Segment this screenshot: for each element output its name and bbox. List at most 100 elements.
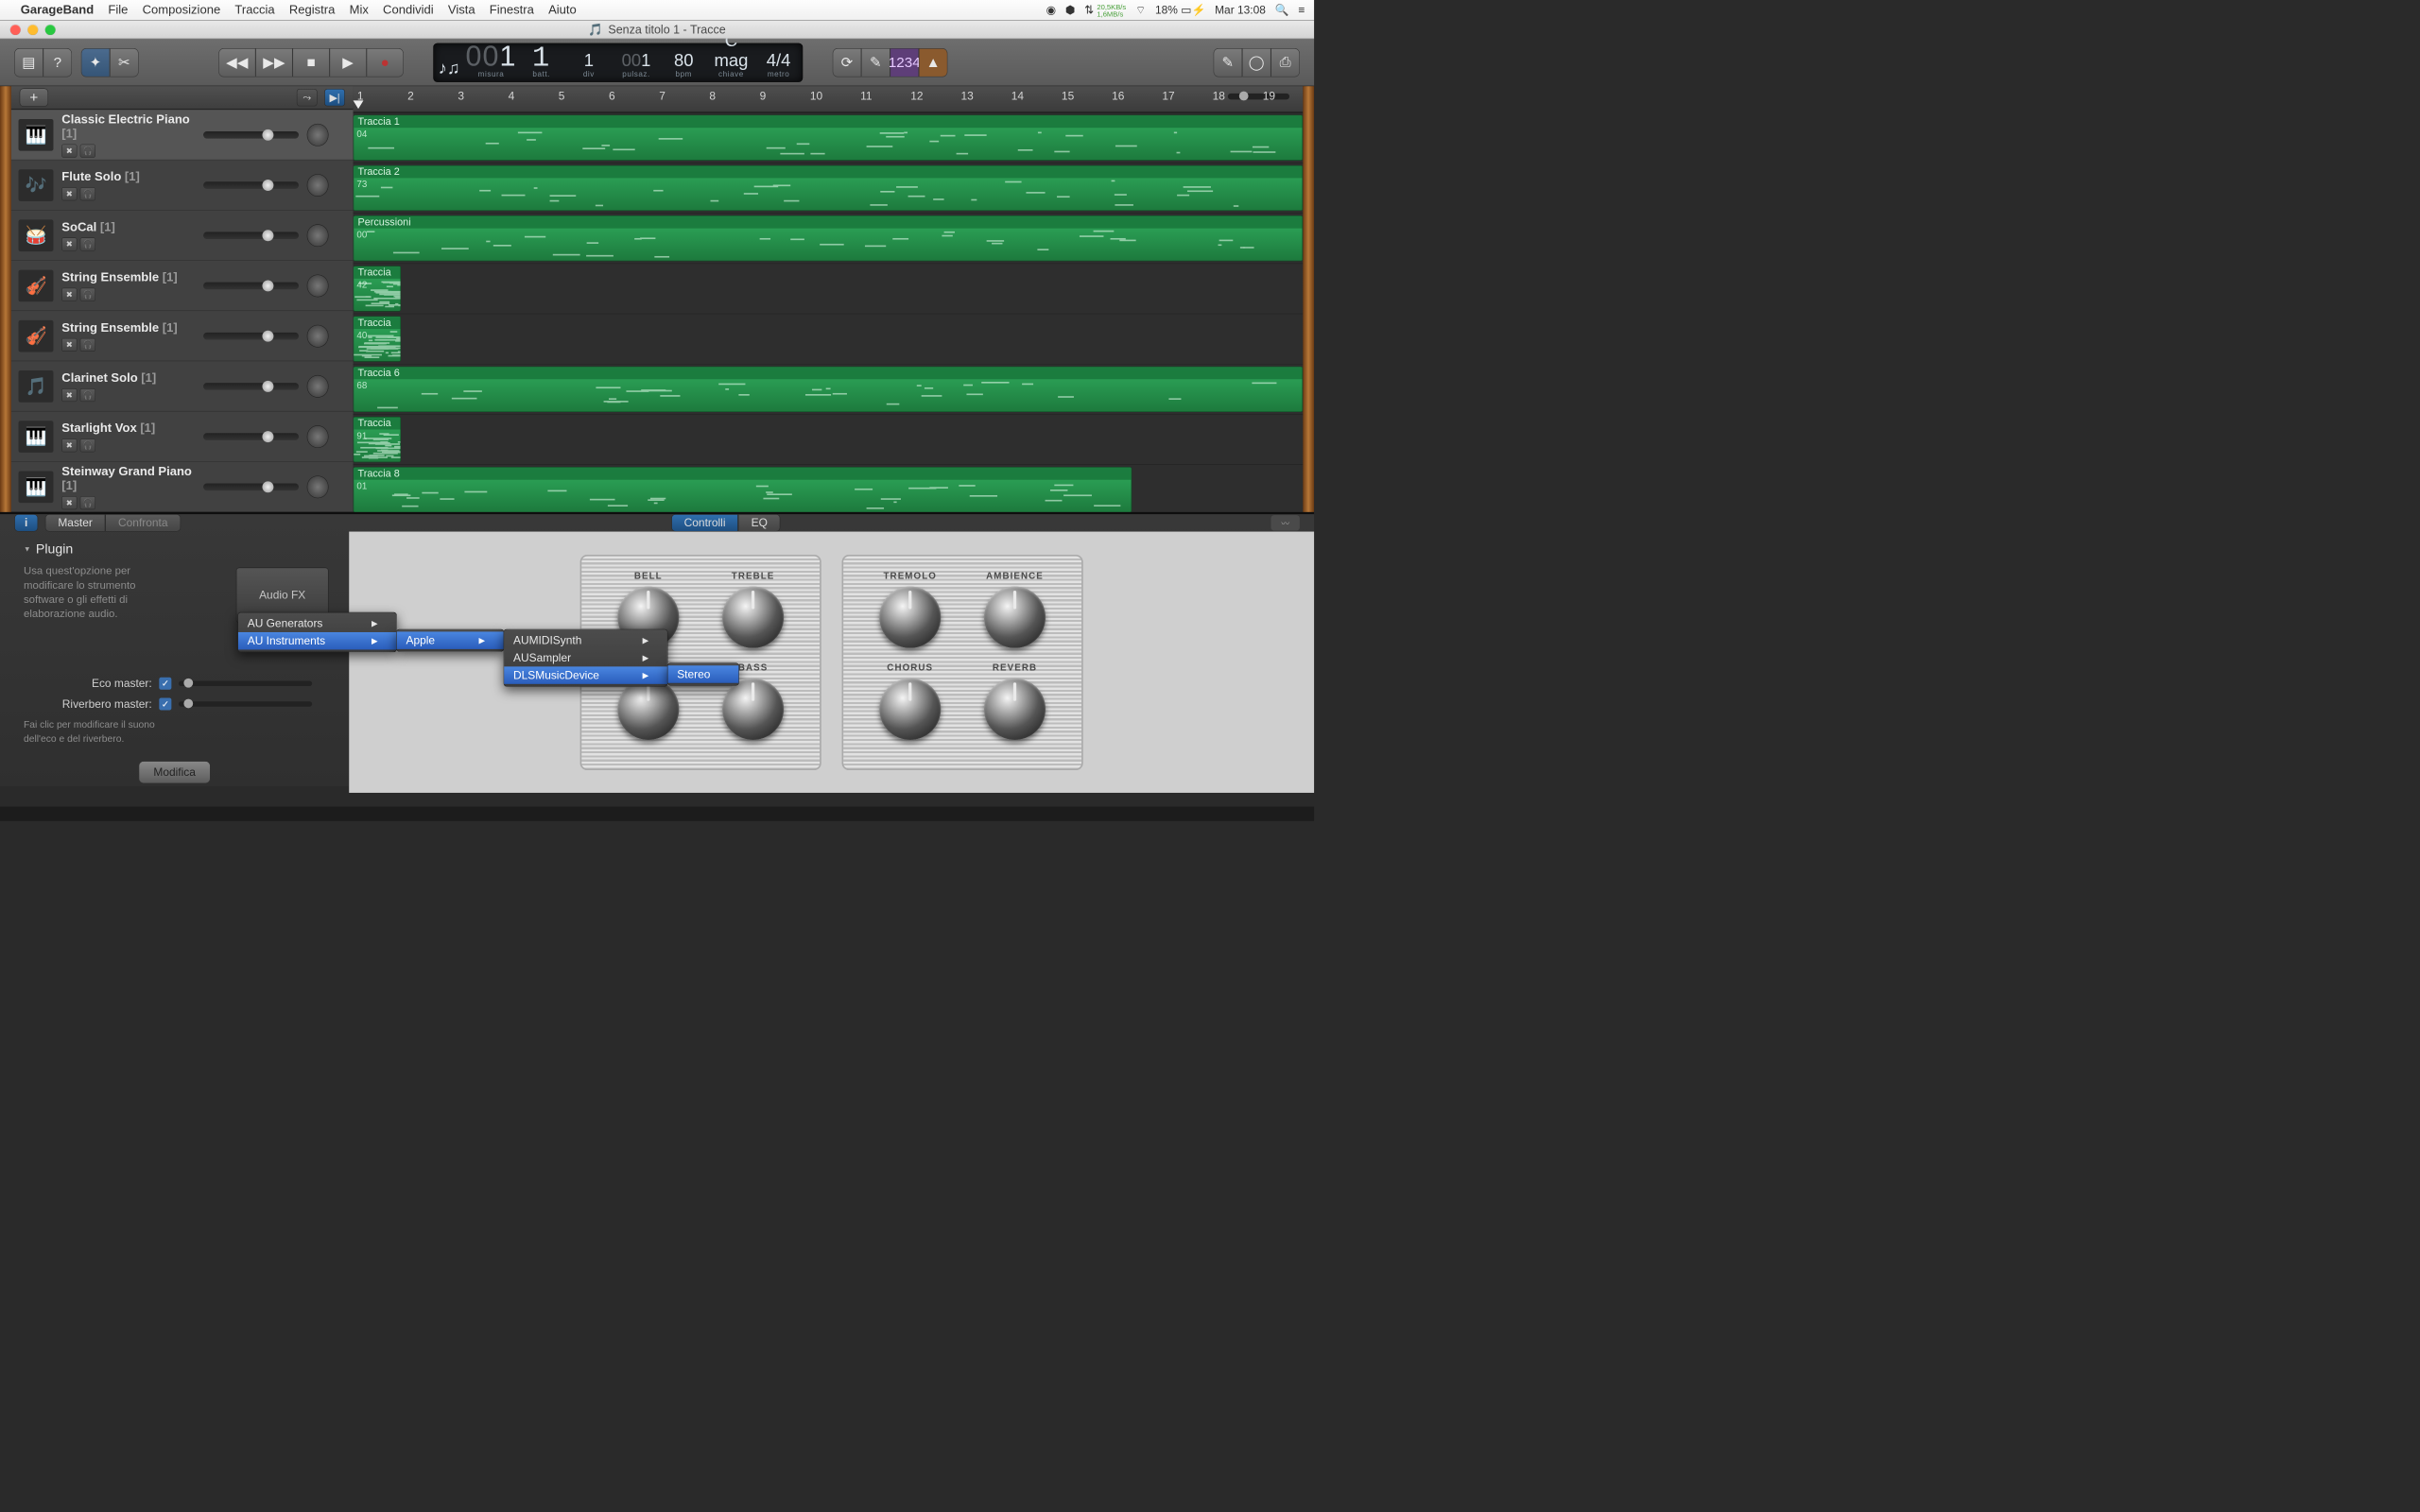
ambience-knob[interactable]	[984, 586, 1046, 647]
mute-button[interactable]: ✖	[61, 237, 77, 250]
solo-button[interactable]: 🎧	[80, 496, 95, 509]
menu-item[interactable]: Stereo	[667, 665, 738, 682]
tab-eq[interactable]: EQ	[738, 514, 780, 531]
track-lane[interactable]: Traccia 801	[354, 465, 1304, 515]
chorus-knob[interactable]	[879, 679, 941, 740]
track-lane[interactable]: Traccia42	[354, 264, 1304, 314]
mute-button[interactable]: ✖	[61, 388, 77, 402]
mute-button[interactable]: ✖	[61, 438, 77, 452]
track-lane[interactable]: Percussioni00	[354, 214, 1304, 264]
mute-button[interactable]: ✖	[61, 338, 77, 352]
track-lane[interactable]: Traccia 668	[354, 365, 1304, 415]
inspector-toggle[interactable]: i	[14, 514, 38, 531]
menu-file[interactable]: File	[108, 3, 128, 17]
library-button[interactable]: ▤	[14, 48, 43, 77]
cycle-button[interactable]: ⟳	[833, 48, 861, 77]
menu-help[interactable]: Aiuto	[548, 3, 577, 17]
menu-view[interactable]: Vista	[448, 3, 475, 17]
bass-knob[interactable]	[722, 679, 784, 740]
midi-region[interactable]: Traccia 273	[354, 165, 1304, 211]
menu-item[interactable]: DLSMusicDevice▶	[504, 666, 667, 683]
volume-slider[interactable]	[203, 131, 299, 139]
timeline[interactable]: 12345678910111213141516171819 Traccia 10…	[354, 86, 1304, 512]
tremolo-knob[interactable]	[879, 586, 941, 647]
pan-knob[interactable]	[306, 425, 328, 448]
menu-window[interactable]: Finestra	[490, 3, 534, 17]
pan-knob[interactable]	[306, 174, 328, 197]
reverb-master-slider[interactable]	[179, 701, 312, 706]
play-button[interactable]: ▶	[330, 48, 367, 77]
solo-button[interactable]: 🎧	[80, 438, 95, 452]
solo-button[interactable]: 🎧	[80, 287, 95, 301]
reverb-knob[interactable]	[984, 679, 1046, 740]
forward-button[interactable]: ▶▶	[255, 48, 292, 77]
track-lane[interactable]: Traccia40	[354, 314, 1304, 364]
editors-button[interactable]: ✂	[110, 48, 138, 77]
loop-browser-button[interactable]: ◯	[1242, 48, 1270, 77]
rewind-button[interactable]: ◀◀	[218, 48, 255, 77]
menu-item[interactable]: AU Generators▶	[238, 615, 396, 632]
status-battery[interactable]: 18% ▭⚡	[1155, 4, 1205, 17]
menu-record[interactable]: Registra	[289, 3, 336, 17]
track-row[interactable]: 🎹Classic Electric Piano [1]✖🎧	[11, 110, 354, 160]
track-row[interactable]: 🥁SoCal [1]✖🎧	[11, 211, 354, 261]
transport-lcd[interactable]: ♪♫ 001misura 1batt. 1div 001pulsaz. 80bp…	[433, 43, 803, 81]
volume-slider[interactable]	[203, 282, 299, 289]
volume-slider[interactable]	[203, 232, 299, 239]
smart-controls-button[interactable]: ✦	[81, 48, 110, 77]
status-wifi-icon[interactable]: ⌔	[1135, 3, 1146, 17]
tab-compare[interactable]: Confronta	[105, 514, 181, 531]
pan-knob[interactable]	[306, 375, 328, 398]
media-browser-button[interactable]: ⎙	[1270, 48, 1299, 77]
pan-knob[interactable]	[306, 124, 328, 146]
pan-knob[interactable]	[306, 224, 328, 247]
track-row[interactable]: 🎵Clarinet Solo [1]✖🎧	[11, 361, 354, 411]
status-dropbox-icon[interactable]: ⬢	[1065, 4, 1075, 17]
menu-item[interactable]: AU Instruments▶	[238, 632, 396, 649]
horizontal-zoom-slider[interactable]	[1228, 94, 1289, 100]
menu-track[interactable]: Traccia	[234, 3, 274, 17]
volume-slider[interactable]	[203, 483, 299, 490]
add-track-button[interactable]: +	[20, 88, 48, 107]
edit-button[interactable]: Modifica	[139, 761, 211, 783]
metronome-button[interactable]: ▲	[919, 48, 947, 77]
status-clock[interactable]: Mar 13:08	[1215, 4, 1266, 17]
track-row[interactable]: 🎻String Ensemble [1]✖🎧	[11, 311, 354, 361]
tuner-button[interactable]: ✎	[861, 48, 890, 77]
menu-item[interactable]: AUMIDISynth▶	[504, 631, 667, 648]
bar-ruler[interactable]: 12345678910111213141516171819	[354, 86, 1304, 112]
menu-mix[interactable]: Mix	[350, 3, 369, 17]
solo-button[interactable]: 🎧	[80, 388, 95, 402]
pan-knob[interactable]	[306, 274, 328, 297]
plugin-menu-level4[interactable]: Stereo	[667, 663, 739, 686]
midi-region[interactable]: Traccia 668	[354, 367, 1304, 412]
pan-knob[interactable]	[306, 475, 328, 498]
track-lane[interactable]: Traccia 273	[354, 163, 1304, 214]
automation-toggle[interactable]: ⤳	[297, 89, 318, 106]
menu-item[interactable]: AUSampler▶	[504, 649, 667, 666]
status-network-icon[interactable]: ⇅ 20,5KB/s1,6MB/s	[1084, 3, 1126, 17]
track-row[interactable]: 🎶Flute Solo [1]✖🎧	[11, 160, 354, 210]
count-in-button[interactable]: 1234	[890, 48, 919, 77]
mute-button[interactable]: ✖	[61, 187, 77, 200]
solo-button[interactable]: 🎧	[80, 338, 95, 352]
notification-center-icon[interactable]: ≡	[1298, 4, 1305, 17]
track-lane[interactable]: Traccia 104	[354, 112, 1304, 163]
stop-button[interactable]: ■	[293, 48, 330, 77]
volume-slider[interactable]	[203, 181, 299, 189]
eco-master-checkbox[interactable]: ✓	[159, 678, 171, 690]
catch-playhead-toggle[interactable]: ▶|	[324, 89, 345, 106]
midi-region[interactable]: Traccia91	[354, 417, 401, 462]
menu-composition[interactable]: Composizione	[143, 3, 221, 17]
track-row[interactable]: 🎹Starlight Vox [1]✖🎧	[11, 411, 354, 461]
plugin-menu-level2[interactable]: Apple▶	[396, 629, 504, 652]
midi-region[interactable]: Traccia 104	[354, 115, 1304, 161]
solo-button[interactable]: 🎧	[80, 144, 95, 157]
app-name[interactable]: GarageBand	[21, 3, 94, 17]
track-lane[interactable]: Traccia91	[354, 415, 1304, 465]
solo-button[interactable]: 🎧	[80, 187, 95, 200]
midi-region[interactable]: Traccia40	[354, 316, 401, 361]
eco-master-slider[interactable]	[179, 681, 312, 686]
menu-item[interactable]: Apple▶	[397, 631, 504, 648]
plugin-menu-level1[interactable]: AU Generators▶AU Instruments▶	[237, 612, 396, 652]
